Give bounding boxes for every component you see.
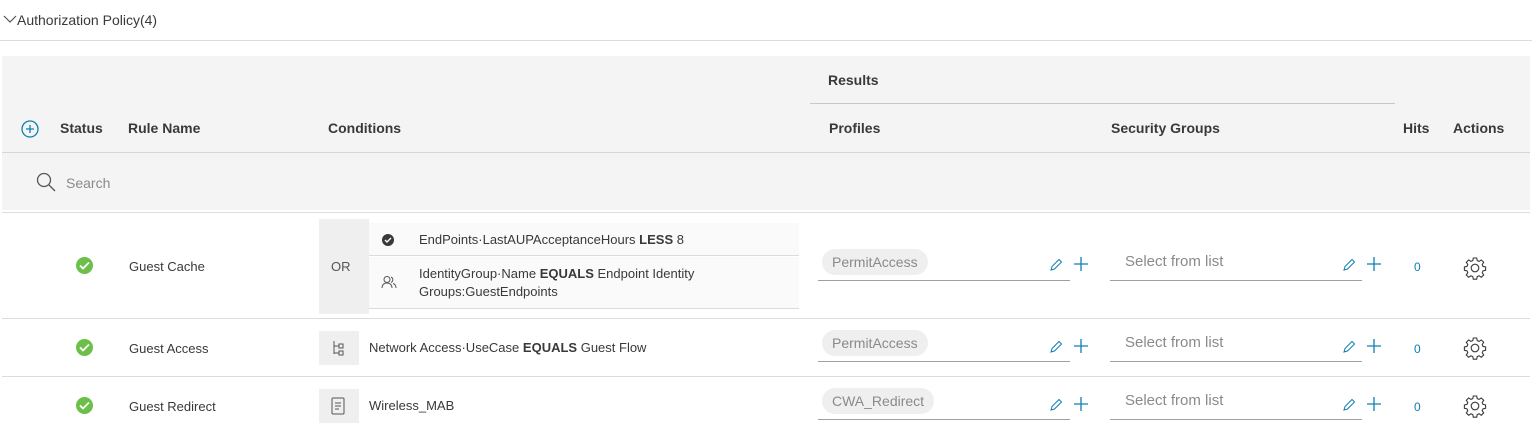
gear-icon[interactable]: [1463, 394, 1487, 418]
table-row[interactable]: Guest Redirect Wireless_MAB CWA_Redirect…: [2, 378, 1530, 429]
profile-select[interactable]: CWA_Redirect: [818, 388, 1070, 420]
header-actions: Actions: [1453, 120, 1505, 136]
header-rule-name[interactable]: Rule Name: [128, 120, 200, 136]
condition-text[interactable]: Wireless_MAB: [369, 398, 454, 413]
edit-pencil-icon[interactable]: [1342, 258, 1356, 272]
profile-chip[interactable]: PermitAccess: [822, 330, 928, 356]
condition-text[interactable]: Network Access·UseCase EQUALS Guest Flow: [369, 340, 646, 355]
hits-count[interactable]: 0: [1414, 400, 1421, 414]
hits-count[interactable]: 0: [1414, 260, 1421, 274]
header-hits[interactable]: Hits: [1403, 120, 1429, 136]
table-row[interactable]: Guest Access Network Access·UseCase EQUA…: [2, 320, 1530, 377]
condition-text: IdentityGroup·Name EQUALS Endpoint Ident…: [419, 266, 695, 299]
status-enabled-icon[interactable]: [76, 257, 93, 274]
add-plus-icon[interactable]: [1366, 396, 1382, 412]
add-plus-icon[interactable]: [1366, 338, 1382, 354]
section-header[interactable]: Authorization Policy(4): [0, 0, 1532, 41]
gear-icon[interactable]: [1463, 336, 1487, 360]
rule-name[interactable]: Guest Cache: [129, 259, 205, 274]
condition-line[interactable]: IdentityGroup·Name EQUALS Endpoint Ident…: [369, 257, 799, 309]
search-icon: [36, 172, 56, 192]
status-enabled-icon[interactable]: [76, 397, 93, 414]
profile-chip[interactable]: CWA_Redirect: [822, 388, 935, 414]
header-conditions[interactable]: Conditions: [328, 120, 401, 136]
add-plus-icon[interactable]: [1366, 256, 1382, 272]
check-circle-icon: [382, 234, 394, 246]
or-operator: OR: [319, 219, 369, 314]
chevron-down-icon[interactable]: [3, 14, 17, 24]
add-rule-button[interactable]: [21, 120, 39, 138]
table-row[interactable]: Guest Cache OR EndPoints·LastAUPAcceptan…: [2, 212, 1530, 319]
profile-chip[interactable]: PermitAccess: [822, 249, 928, 275]
results-label: Results: [828, 72, 879, 88]
security-group-select[interactable]: Select from list: [1110, 249, 1362, 281]
header-status[interactable]: Status: [60, 120, 103, 136]
gear-icon[interactable]: [1463, 256, 1487, 280]
table-header: Results Status Rule Name Conditions Prof…: [2, 56, 1530, 210]
condition-icon-box: [319, 331, 359, 365]
user-group-icon: [381, 276, 397, 289]
search-box[interactable]: [36, 172, 336, 194]
edit-pencil-icon[interactable]: [1342, 398, 1356, 412]
hits-count[interactable]: 0: [1414, 342, 1421, 356]
edit-pencil-icon[interactable]: [1049, 340, 1063, 354]
header-security-groups[interactable]: Security Groups: [1111, 120, 1220, 136]
rule-name[interactable]: Guest Access: [129, 341, 208, 356]
edit-pencil-icon[interactable]: [1049, 398, 1063, 412]
status-enabled-icon[interactable]: [76, 339, 93, 356]
add-plus-icon[interactable]: [1073, 256, 1089, 272]
edit-pencil-icon[interactable]: [1049, 258, 1063, 272]
profile-select[interactable]: PermitAccess: [818, 330, 1070, 362]
condition-line[interactable]: EndPoints·LastAUPAcceptanceHours LESS 8: [369, 223, 799, 256]
results-divider: [810, 103, 1395, 104]
document-icon: [331, 397, 345, 415]
header-divider: [2, 152, 1530, 153]
rule-name[interactable]: Guest Redirect: [129, 399, 216, 414]
search-input[interactable]: [66, 172, 326, 194]
profile-select[interactable]: PermitAccess: [818, 249, 1070, 281]
header-profiles[interactable]: Profiles: [829, 120, 880, 136]
condition-icon-box: [319, 389, 359, 423]
network-tree-icon: [333, 341, 344, 356]
security-group-select[interactable]: Select from list: [1110, 388, 1362, 420]
security-group-select[interactable]: Select from list: [1110, 330, 1362, 362]
add-plus-icon[interactable]: [1073, 338, 1089, 354]
edit-pencil-icon[interactable]: [1342, 340, 1356, 354]
section-title: Authorization Policy(4): [17, 12, 158, 28]
condition-text: EndPoints·LastAUPAcceptanceHours LESS 8: [419, 232, 684, 247]
add-plus-icon[interactable]: [1073, 396, 1089, 412]
